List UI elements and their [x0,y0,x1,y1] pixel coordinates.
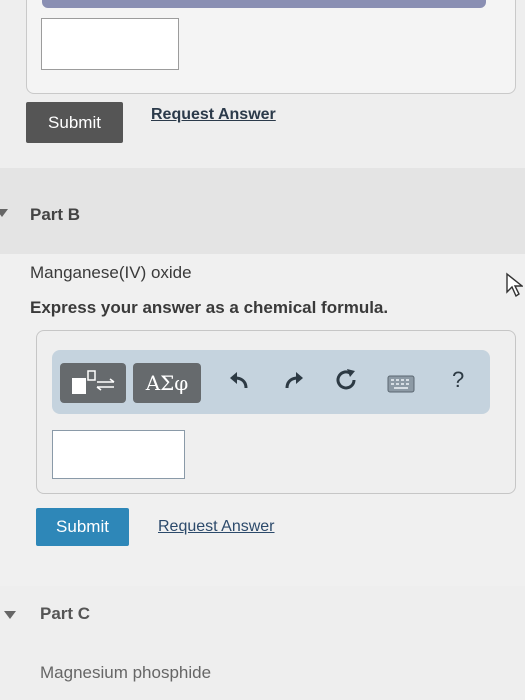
subscript-arrows-icon [72,370,115,394]
partC-question: Magnesium phosphide [40,663,212,682]
redo-icon[interactable] [283,370,305,399]
help-button[interactable]: ? [452,367,464,393]
partA-submit-button[interactable]: Submit [26,102,123,143]
partA-toolbar-edge [42,0,486,8]
partA-request-answer-link[interactable]: Request Answer [151,106,276,124]
keyboard-icon[interactable] [387,372,415,400]
template-button[interactable] [60,363,126,403]
collapse-triangle-icon[interactable] [4,611,16,619]
partC-title: Part C [40,604,91,623]
partA-answer-input[interactable] [41,18,179,70]
collapse-triangle-icon[interactable] [0,209,8,217]
page: Submit Request Answer Part B Manganese(I… [0,0,525,700]
partB-request-answer-link[interactable]: Request Answer [158,518,275,536]
partB-title: Part B [30,205,81,224]
partB-instruction: Express your answer as a chemical formul… [30,298,389,317]
mouse-cursor-icon [505,272,524,303]
partB-question: Manganese(IV) oxide [30,263,192,282]
partB-submit-button[interactable]: Submit [36,508,129,546]
undo-icon[interactable] [228,370,250,399]
reset-icon[interactable] [334,368,358,399]
partB-answer-input[interactable] [52,430,185,479]
greek-symbols-button[interactable]: ΑΣφ [133,363,201,403]
